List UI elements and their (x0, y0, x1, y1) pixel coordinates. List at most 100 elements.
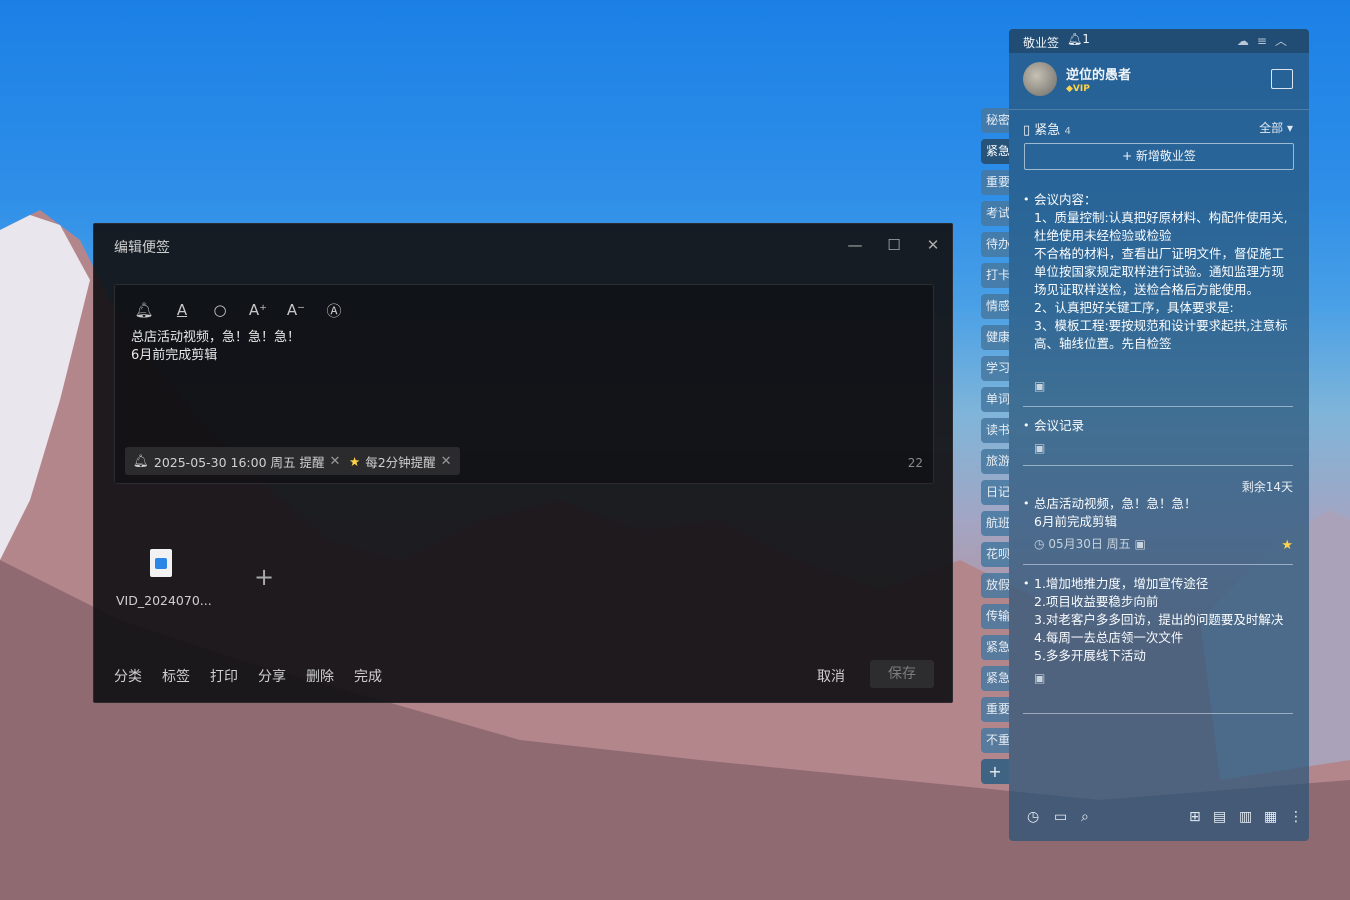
minimize-icon[interactable]: — (842, 234, 868, 256)
tab-category[interactable]: 放假 (981, 573, 1009, 598)
print-button[interactable]: 打印 (210, 666, 238, 686)
note-date: 05月30日 周五 (1048, 537, 1131, 551)
note-item[interactable]: • 会议记录 ▣ (1023, 417, 1295, 457)
category-name: 紧急 (1034, 123, 1061, 138)
close-icon[interactable]: ✕ (441, 454, 452, 469)
note-item[interactable]: • 会议内容： 1、质量控制:认真把好原材料、构配件使用关,杜绝使用未经检验或检… (1023, 191, 1295, 395)
tab-category[interactable]: 紧急 (981, 666, 1009, 691)
ocr-icon[interactable]: Ⓐ (323, 299, 345, 321)
separator (1023, 713, 1293, 714)
save-button[interactable]: 保存 (870, 660, 934, 688)
font-increase-icon[interactable]: A⁺ (247, 299, 269, 321)
tab-category[interactable]: 重要 (981, 170, 1009, 195)
attachment-item[interactable]: VID_2024070... (116, 549, 212, 608)
tab-category[interactable]: 情感 (981, 294, 1009, 319)
tab-category[interactable]: 打卡 (981, 263, 1009, 288)
tab-category[interactable]: 考试 (981, 201, 1009, 226)
bullet-icon: • (1023, 193, 1030, 206)
calendar-icon[interactable] (1271, 69, 1293, 89)
tab-category[interactable]: 单词 (981, 387, 1009, 412)
app-name: 敬业签 (1023, 36, 1060, 50)
search-icon[interactable]: ○ (209, 299, 231, 321)
caret-down-icon: ▾ (1286, 121, 1293, 135)
tab-category[interactable]: 紧急 (981, 139, 1009, 164)
note-item[interactable]: • 总店活动视频，急！急！急！ 6月前完成剪辑 ◷ 05月30日 周五 ▣ (1023, 495, 1295, 553)
cancel-button[interactable]: 取消 (817, 666, 845, 686)
bullet-icon: • (1023, 419, 1030, 432)
edit-note-window: 编辑便签 — ☐ ✕ 🔔︎ A ○ A⁺ A⁻ Ⓐ 总店活动视频，急！急！急！ … (93, 223, 953, 703)
share-button[interactable]: 分享 (258, 666, 286, 686)
tab-category[interactable]: 健康 (981, 325, 1009, 350)
note-content[interactable]: 总店活动视频，急！急！急！ 6月前完成剪辑 (131, 329, 300, 365)
complete-button[interactable]: 完成 (354, 666, 382, 686)
tab-category[interactable]: 日记 (981, 480, 1009, 505)
calculator-icon[interactable]: ▦ (1264, 809, 1277, 825)
tab-category[interactable]: 紧急 (981, 635, 1009, 660)
bell-icon[interactable]: 🔔︎ (133, 299, 155, 321)
tab-category[interactable]: 秘密 (981, 108, 1009, 133)
menu-icon[interactable]: ≡ (1257, 34, 1275, 48)
text-color-icon[interactable]: A (171, 299, 193, 321)
print-icon[interactable]: ▥ (1239, 809, 1252, 825)
reminder-chip[interactable]: 🔔︎ 2025-05-30 16:00 周五 提醒 ✕ (125, 447, 349, 475)
diamond-icon: ◆ (1066, 84, 1073, 94)
tab-category[interactable]: 重要 (981, 697, 1009, 722)
lock-icon: ▣ (1134, 537, 1146, 551)
archive-icon[interactable]: ▭ (1054, 809, 1067, 825)
note-item[interactable]: • 1.增加地推力度，增加宣传途径 2.项目收益要稳步向前 3.对老客户多多回访… (1023, 575, 1295, 687)
clock-icon[interactable]: ◷ (1027, 809, 1039, 825)
tab-category[interactable]: 读书 (981, 418, 1009, 443)
filter-label: 全部 (1259, 121, 1284, 135)
tab-category[interactable]: 不重 (981, 728, 1009, 753)
delete-button[interactable]: 删除 (306, 666, 334, 686)
note-date-row: ◷ 05月30日 周五 ▣ (1034, 535, 1295, 553)
tab-category[interactable]: 学习 (981, 356, 1009, 381)
note-line: 6月前完成剪辑 (131, 348, 218, 363)
note-text: 会议内容： 1、质量控制:认真把好原材料、构配件使用关,杜绝使用未经检验或检验 … (1034, 192, 1288, 351)
tab-category[interactable]: 花呗 (981, 542, 1009, 567)
note-line: 总店活动视频，急！急！急！ (131, 330, 301, 345)
notification-bell[interactable]: 🔔︎1 (1067, 32, 1090, 46)
tab-category[interactable]: 待办 (981, 232, 1009, 257)
tab-category[interactable]: 旅游 (981, 449, 1009, 474)
note-text: 1.增加地推力度，增加宣传途径 2.项目收益要稳步向前 3.对老客户多多回访，提… (1034, 576, 1284, 663)
window-title: 编辑便签 (114, 240, 170, 256)
repeat-reminder-chip[interactable]: ★ 每2分钟提醒 ✕ (341, 447, 460, 475)
clock-icon: ◷ (1034, 537, 1045, 551)
add-icon[interactable]: ⊞ (1189, 809, 1201, 825)
add-category-button[interactable]: + (981, 759, 1009, 784)
add-attachment-icon[interactable]: + (254, 563, 274, 591)
avatar[interactable] (1023, 62, 1057, 96)
current-category[interactable]: ▯ 紧急 4 (1023, 119, 1071, 138)
note-text: 会议记录 (1034, 418, 1085, 433)
username[interactable]: 逆位的愚者 (1066, 64, 1131, 83)
cloud-icon[interactable]: ☁ (1237, 34, 1257, 48)
add-note-button[interactable]: + 新增敬业签 (1024, 143, 1294, 170)
separator (1023, 564, 1293, 565)
account-icon[interactable]: ▤ (1213, 809, 1226, 825)
separator (1023, 465, 1293, 466)
remaining-days: 剩余14天 (1241, 480, 1293, 494)
panel-footer: ◷ ▭ ⌕ ⊞ ▤ ▥ ▦ ⋮ (1009, 805, 1309, 835)
font-decrease-icon[interactable]: A⁻ (285, 299, 307, 321)
bell-icon: 🔔︎ (133, 453, 149, 468)
search-icon[interactable]: ⌕ (1081, 809, 1089, 825)
tab-category[interactable]: 航班 (981, 511, 1009, 536)
lock-icon: ▣ (1034, 671, 1046, 685)
tab-category[interactable]: 传输 (981, 604, 1009, 629)
close-icon[interactable]: ✕ (329, 454, 340, 469)
category-count: 4 (1064, 126, 1071, 137)
attachment-name: VID_2024070... (116, 593, 212, 608)
char-count: 22 (907, 456, 923, 470)
category-button[interactable]: 分类 (114, 666, 142, 686)
star-icon[interactable]: ★ (1281, 538, 1293, 553)
collapse-icon[interactable]: ︿ (1275, 34, 1295, 48)
lock-icon: ▣ (1034, 379, 1046, 393)
filter-dropdown[interactable]: 全部 ▾ (1259, 119, 1293, 136)
tag-button[interactable]: 标签 (162, 666, 190, 686)
maximize-icon[interactable]: ☐ (881, 234, 907, 256)
bookmark-icon: ▯ (1023, 123, 1031, 138)
note-editor-area[interactable]: 🔔︎ A ○ A⁺ A⁻ Ⓐ 总店活动视频，急！急！急！ 6月前完成剪辑 🔔︎ … (114, 284, 934, 484)
more-icon[interactable]: ⋮ (1289, 809, 1303, 825)
close-icon[interactable]: ✕ (920, 234, 946, 256)
